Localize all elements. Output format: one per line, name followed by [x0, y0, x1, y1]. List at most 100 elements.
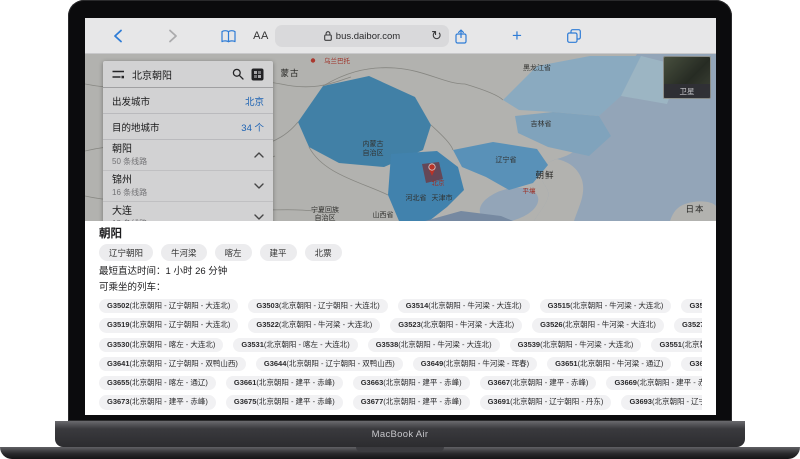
result-city-title: 朝阳	[99, 228, 122, 240]
train-chip[interactable]: G3699(北京朝阳 - 辽宁朝阳 - 鞍山西)	[248, 414, 388, 415]
url-text: bus.daibor.com	[335, 30, 401, 42]
city-accordion-row[interactable]: 朝阳 50 条线路	[103, 140, 273, 172]
train-chip[interactable]: G3531 (北京朝阳 - 喀左 - 大连北)	[233, 337, 358, 352]
city-text: 朝阳 50 条线路	[112, 144, 147, 166]
reload-button[interactable]: ↻	[431, 25, 442, 47]
plus-icon: +	[512, 26, 522, 45]
depart-city-row[interactable]: 出发城市 北京	[103, 88, 273, 114]
station-tag[interactable]: 建平	[259, 244, 297, 262]
reader-button[interactable]: AA	[251, 18, 271, 54]
train-chip[interactable]: G3653(北京朝阳 - 辽宁朝阳 - 通辽)	[681, 356, 702, 371]
train-row: G3655 (北京朝阳 - 喀左 - 通辽) G3661 (北京朝阳 - 建平 - 赤…	[99, 376, 702, 391]
station-tag[interactable]: 北票	[304, 244, 342, 262]
map-label: 河北省	[406, 193, 427, 202]
map-label: 自治区	[315, 213, 336, 221]
train-chip[interactable]: G3649 (北京朝阳 - 牛河梁 - 珲春)	[412, 356, 538, 371]
station-tag[interactable]: 辽宁朝阳	[99, 244, 154, 262]
screen: AA bus.daibor.com ↻ + 蒙古 乌兰巴托 内蒙古 自治区 黑龙…	[85, 18, 716, 415]
train-row: G3673 (北京朝阳 - 建平 - 赤峰) G3675 (北京朝阳 - 建平 - 赤…	[99, 395, 702, 410]
train-chip[interactable]: G3519 (北京朝阳 - 辽宁朝阳 - 大连北)	[99, 318, 239, 333]
page: AA bus.daibor.com ↻ + 蒙古 乌兰巴托 内蒙古 自治区 黑龙…	[0, 0, 800, 459]
train-chip[interactable]: G3695(北京朝阳 - 辽宁朝阳 - 鞍山西)	[99, 414, 239, 415]
train-chip[interactable]: G3667 (北京朝阳 - 建平 - 赤峰)	[479, 376, 597, 391]
train-chip[interactable]: G3523 (北京朝阳 - 牛河梁 - 大连北)	[390, 318, 523, 333]
train-chip[interactable]: G3673 (北京朝阳 - 建平 - 赤峰)	[99, 395, 216, 410]
train-chip[interactable]: G3539 (北京朝阳 - 牛河梁 - 大连北)	[509, 337, 642, 352]
map-label: 朝鲜	[535, 170, 554, 180]
train-chip[interactable]: G3527(北京朝阳 - 牛河梁 - 大连北)	[673, 318, 702, 333]
share-button[interactable]	[452, 18, 470, 54]
forward-button[interactable]	[164, 18, 182, 54]
dest-city-label: 目的地城市	[112, 122, 160, 134]
new-tab-button[interactable]: +	[508, 18, 526, 54]
train-chip[interactable]: G3641 (北京朝阳 - 辽宁朝阳 - 双鸭山西)	[99, 356, 246, 371]
train-row: G3502 (北京朝阳 - 辽宁朝阳 - 大连北) G3503 (北京朝阳 - 辽宁朝…	[99, 299, 702, 314]
train-chip[interactable]: G3655 (北京朝阳 - 喀左 - 通辽)	[99, 376, 216, 391]
tabs-icon	[567, 29, 581, 43]
train-chip[interactable]: G3530 (北京朝阳 - 喀左 - 大连北)	[99, 337, 224, 352]
city-name: 锦州	[112, 175, 132, 187]
map-viewport[interactable]: 蒙古 乌兰巴托 内蒙古 自治区 黑龙江省 吉林省 辽宁省 朝鲜 平壤 北京 天津市 河北省 山西省 宁夏回…	[85, 54, 716, 221]
city-name: 大连	[112, 206, 132, 218]
map-label: 平壤	[523, 186, 537, 195]
depart-city-value: 北京	[244, 96, 264, 108]
train-chip[interactable]: G3677 (北京朝阳 - 建平 - 赤峰)	[352, 395, 470, 410]
train-chip[interactable]: G3514 (北京朝阳 - 牛河梁 - 大连北)	[397, 299, 530, 314]
macbook-deck: MacBook Air	[55, 421, 745, 447]
fastest-time-label: 最短直达时间：	[99, 266, 166, 278]
satellite-toggle[interactable]: 卫星	[663, 56, 711, 99]
train-chip[interactable]: G3693(北京朝阳 - 辽宁朝阳 - 丹东)	[621, 395, 702, 410]
book-icon	[220, 29, 236, 42]
train-chip[interactable]: G3661 (北京朝阳 - 建平 - 赤峰)	[225, 376, 343, 391]
chevron-right-icon	[169, 29, 177, 43]
train-chip[interactable]: G941(北京朝阳 - 辽宁朝阳 - 鞍山西)	[535, 414, 671, 415]
train-chip[interactable]: G3644 (北京朝阳 - 辽宁朝阳 - 双鸭山西)	[255, 356, 403, 371]
train-chip[interactable]: G3651 (北京朝阳 - 牛河梁 - 通辽)	[547, 356, 672, 371]
dest-city-row[interactable]: 目的地城市 34 个	[103, 114, 273, 140]
train-row: G3519 (北京朝阳 - 辽宁朝阳 - 大连北) G3522 (北京朝阳 - 牛河梁…	[99, 318, 702, 333]
bookmarks-button[interactable]	[219, 18, 237, 54]
train-chip[interactable]: G3675 (北京朝阳 - 建平 - 赤峰)	[225, 395, 343, 410]
map-label: 黑龙江省	[523, 63, 551, 72]
train-chip[interactable]: G3522 (北京朝阳 - 牛河梁 - 大连北)	[248, 318, 381, 333]
search-bar[interactable]: 北京朝阳	[103, 61, 273, 88]
train-chip[interactable]: G3518(北京朝阳 - 辽宁朝阳 - 大连北)	[681, 299, 702, 314]
train-chip[interactable]: G3663 (北京朝阳 - 建平 - 赤峰)	[352, 376, 470, 391]
city-name: 朝阳	[112, 144, 132, 155]
browser-toolbar: AA bus.daibor.com ↻ +	[85, 18, 716, 54]
train-row: G3695(北京朝阳 - 辽宁朝阳 - 鞍山西) G3699(北京朝阳 - 辽宁朝…	[99, 414, 702, 415]
city-accordion-row[interactable]: 锦州 16 条线路	[103, 171, 273, 203]
map-label: 日本	[685, 204, 704, 214]
back-button[interactable]	[109, 18, 127, 54]
city-route-count: 18 条线路	[112, 219, 147, 221]
search-icon[interactable]	[232, 68, 244, 80]
train-chip[interactable]: G3669(北京朝阳 - 建平 - 赤峰)	[606, 376, 702, 391]
device-label: MacBook Air	[371, 428, 429, 440]
map-label: 吉林省	[531, 119, 552, 128]
satellite-label: 卫星	[664, 84, 710, 98]
tabs-button[interactable]	[565, 18, 583, 54]
train-chip[interactable]: G3538 (北京朝阳 - 牛河梁 - 大连北)	[367, 337, 500, 352]
destination-city-list: 朝阳50 条线路锦州16 条线路大连18 条线路	[103, 140, 273, 221]
map-label: 北京	[432, 178, 446, 187]
train-chip[interactable]: G3515 (北京朝阳 - 牛河梁 - 大连北)	[539, 299, 672, 314]
search-input[interactable]: 北京朝阳	[132, 67, 225, 82]
city-accordion-row[interactable]: 大连18 条线路	[103, 202, 273, 221]
train-chip[interactable]: G3526 (北京朝阳 - 牛河梁 - 大连北)	[532, 318, 664, 333]
address-bar[interactable]: bus.daibor.com ↻	[275, 25, 449, 47]
map-label: 内蒙古	[363, 139, 384, 148]
results-panel: 朝阳 辽宁朝阳 牛河梁 喀左 建平 北票 最短直达时间：1 小时 26 分钟 可乘坐的列…	[85, 221, 716, 415]
chevron-down-icon	[254, 183, 264, 189]
station-tag[interactable]: 喀左	[214, 244, 252, 262]
city-text: 锦州 16 条线路	[112, 175, 147, 197]
route-sidebar: 北京朝阳 出发城市 北京 目的地城市 34 个 朝阳 50 条线路 锦州 16 …	[103, 61, 273, 221]
station-tag[interactable]: 牛河梁	[161, 244, 207, 262]
app-grid-icon[interactable]	[251, 68, 264, 81]
train-list: G3502 (北京朝阳 - 辽宁朝阳 - 大连北) G3503 (北京朝阳 - 辽宁朝…	[99, 299, 702, 415]
train-chip[interactable]: G3691 (北京朝阳 - 辽宁朝阳 - 丹东)	[479, 395, 612, 410]
train-chip[interactable]: G3551(北京朝阳 - 喀左 - 鞍山西)	[651, 337, 702, 352]
trains-line-label: 可乘坐的列车：	[99, 282, 166, 294]
train-chip[interactable]: G3503 (北京朝阳 - 辽宁朝阳 - 大连北)	[248, 299, 388, 314]
train-chip[interactable]: G3502 (北京朝阳 - 辽宁朝阳 - 大连北)	[99, 299, 239, 314]
train-chip[interactable]: G925(北京朝阳 - 牛河梁 - 鞍山西)	[397, 414, 526, 415]
